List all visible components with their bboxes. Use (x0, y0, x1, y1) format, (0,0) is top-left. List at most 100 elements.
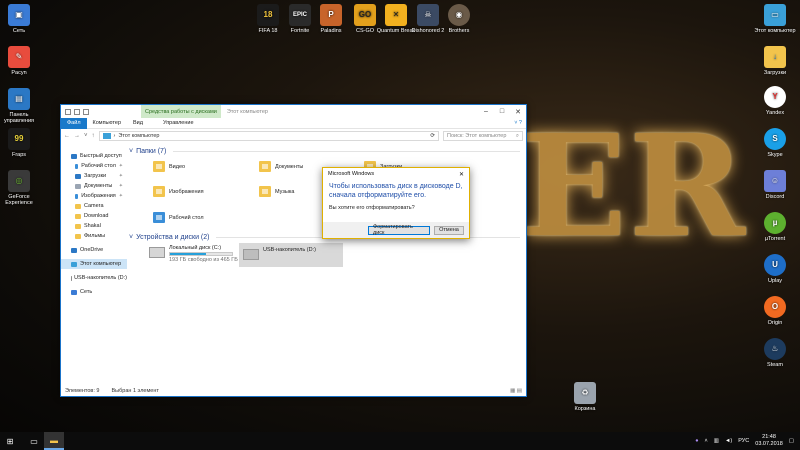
minimize-button[interactable]: – (478, 108, 494, 115)
nav-item-icon (71, 247, 77, 253)
desktop-icon-label: GeForce Experience (5, 194, 33, 207)
desktop-icon-steam[interactable]: ♨ Steam (752, 338, 798, 368)
sidebar-item[interactable]: Download (61, 211, 127, 221)
downloads-icon: ↓ (764, 46, 786, 68)
start-button[interactable]: ⊞ (0, 432, 20, 450)
video-folder-icon (153, 161, 165, 172)
tab-computer[interactable]: Компьютер (87, 118, 127, 129)
cancel-button[interactable]: Отмена (434, 225, 464, 235)
folder-label: Изображения (169, 188, 204, 195)
sidebar-item[interactable]: Рабочий стол ✦ (61, 161, 127, 171)
desktop-icon-discord[interactable]: ☺ Discord (752, 170, 798, 200)
taskbar-app-explorer[interactable]: ▬ (44, 432, 64, 450)
sidebar-item[interactable]: Загрузки ✦ (61, 171, 127, 181)
computer-icon (102, 133, 111, 139)
new-folder-icon[interactable] (83, 108, 89, 115)
folder-video[interactable]: Видео (153, 161, 185, 172)
desktop-icon-network[interactable]: ▣ Сеть (0, 4, 42, 34)
view-toggle-icons[interactable]: ▦ ▤ (510, 388, 522, 394)
nav-item-icon (75, 203, 81, 209)
desktop-icon-label: Fraps (11, 152, 27, 158)
close-button[interactable]: ✕ (510, 108, 526, 116)
refresh-icon[interactable]: ⟳ (430, 133, 435, 139)
drive-c[interactable]: Локальный диск (C:) 193 ГБ свободно из 4… (149, 245, 238, 263)
tab-view[interactable]: Вид (127, 118, 149, 129)
desktop-icon-uplay[interactable]: U Uplay (752, 254, 798, 284)
properties-icon[interactable] (74, 108, 80, 115)
desktop-icon-control-panel[interactable]: ▤ Панель управления (0, 88, 42, 125)
volume-icon[interactable]: ◄) (725, 438, 732, 444)
desktop-icon-geforce[interactable]: ◎ GeForce Experience (0, 170, 42, 207)
desktop-icon-brothers[interactable]: ◉ Brothers (436, 4, 482, 34)
taskbar: ⊞ ▭ ▬ ● ˄ ▥ ◄) РУС 21:48 03.07.2018 ▢ (0, 432, 800, 450)
address-bar[interactable]: › Этот компьютер ⟳ (98, 131, 439, 141)
taskbar-app-steam[interactable]: ▭ (24, 432, 44, 450)
expand-ribbon-icon[interactable]: ˅ ? (514, 120, 526, 126)
sidebar-item[interactable]: Фильмы (61, 231, 127, 241)
tab-manage[interactable]: Управление (157, 118, 200, 129)
usb-drive-icon (243, 249, 259, 260)
desktop-icon-recycle-bin[interactable]: ♻ Корзина (562, 382, 608, 412)
desktop-icon-label: Fortnite (290, 28, 310, 34)
desktop-icon-downloads[interactable]: ↓ Загрузки (752, 46, 798, 76)
drive-usage-fill (170, 253, 207, 255)
desktop-icon-skype[interactable]: S Skype (752, 128, 798, 158)
fifa-icon: 18 (257, 4, 279, 26)
sidebar-item[interactable]: Сеть (61, 287, 127, 297)
folder-documents[interactable]: Документы (259, 161, 303, 172)
folder-pictures[interactable]: Изображения (153, 186, 204, 197)
sidebar-item-label: OneDrive (80, 247, 104, 253)
breadcrumb[interactable]: Этот компьютер (118, 133, 159, 139)
language-indicator[interactable]: РУС (738, 438, 749, 444)
origin-icon: O (764, 296, 786, 318)
network-tray-icon[interactable]: ▥ (714, 438, 719, 444)
desktop-icon-label: Paladins (320, 28, 342, 34)
desktop-icon-this-pc[interactable]: ▭ Этот компьютер (752, 4, 798, 34)
sidebar-item[interactable]: Документы ✦ (61, 181, 127, 191)
sidebar-item[interactable]: Этот компьютер (61, 259, 127, 269)
desktop-icon-paint[interactable]: ✎ Pacyn (0, 46, 42, 76)
sidebar-item[interactable]: OneDrive (61, 245, 127, 255)
dialog-message: Чтобы использовать диск в дисководе D, с… (329, 183, 463, 200)
dialog-title-bar[interactable]: Microsoft Windows ✕ (323, 168, 469, 180)
tab-file[interactable]: Файл (61, 117, 87, 129)
disk-tools-context-tab[interactable]: Средства работы с дисками (141, 105, 221, 118)
desktop-icon-yandex[interactable]: Y Yandex (752, 86, 798, 116)
nav-item-icon (75, 193, 79, 199)
sidebar-item[interactable]: USB-накопитель (D:) (61, 273, 127, 283)
clock[interactable]: 21:48 03.07.2018 (755, 434, 783, 447)
dialog-close-button[interactable]: ✕ (459, 171, 464, 178)
notifications-icon[interactable]: ▢ (789, 438, 794, 444)
sidebar-item-label: Download (84, 213, 109, 219)
pin-icon: ✦ (118, 163, 123, 169)
desktop-icon-fraps[interactable]: 99 Fraps (0, 128, 42, 158)
sidebar-item[interactable]: Camera (61, 201, 127, 211)
recent-locations-icon[interactable]: ˅ (84, 133, 88, 139)
folder-icon[interactable] (65, 108, 71, 115)
folder-desktop[interactable]: Рабочий стол (153, 212, 204, 223)
desktop-icon-label: Skype (767, 152, 783, 158)
desktop-icon-origin[interactable]: O Origin (752, 296, 798, 326)
title-bar[interactable]: Средства работы с дисками Этот компьютер… (61, 105, 526, 118)
desktop-icon-label: Панель управления (4, 112, 34, 125)
search-input[interactable]: Поиск: Этот компьютер ⌕ (443, 131, 523, 141)
pin-icon: ✦ (118, 173, 123, 179)
forward-icon[interactable]: → (74, 133, 80, 139)
sidebar-item[interactable]: Изображения ✦ (61, 191, 127, 201)
tray-overflow-icon[interactable]: ˄ (705, 438, 708, 444)
folder-music[interactable]: Музыка (259, 186, 294, 197)
maximize-button[interactable]: □ (494, 108, 510, 115)
up-icon[interactable]: ↑ (92, 133, 95, 139)
sidebar-item-label: Этот компьютер (80, 261, 122, 267)
format-disk-button[interactable]: Форматировать диск (368, 224, 430, 236)
desktop-icon-label: µTorrent (764, 236, 786, 242)
drive-d[interactable]: USB-накопитель (D:) (239, 243, 343, 267)
sidebar-item[interactable]: Shakal (61, 221, 127, 231)
back-icon[interactable]: ← (64, 133, 70, 139)
desktop-icon-label: Загрузки (763, 70, 787, 76)
folders-section-header[interactable]: ˅ Папки (7) (129, 145, 526, 157)
sidebar-item[interactable]: Быстрый доступ (61, 151, 127, 161)
desktop-icon-utorrent[interactable]: µ µTorrent (752, 212, 798, 242)
cortana-icon[interactable]: ● (695, 438, 698, 444)
uplay-icon: U (764, 254, 786, 276)
